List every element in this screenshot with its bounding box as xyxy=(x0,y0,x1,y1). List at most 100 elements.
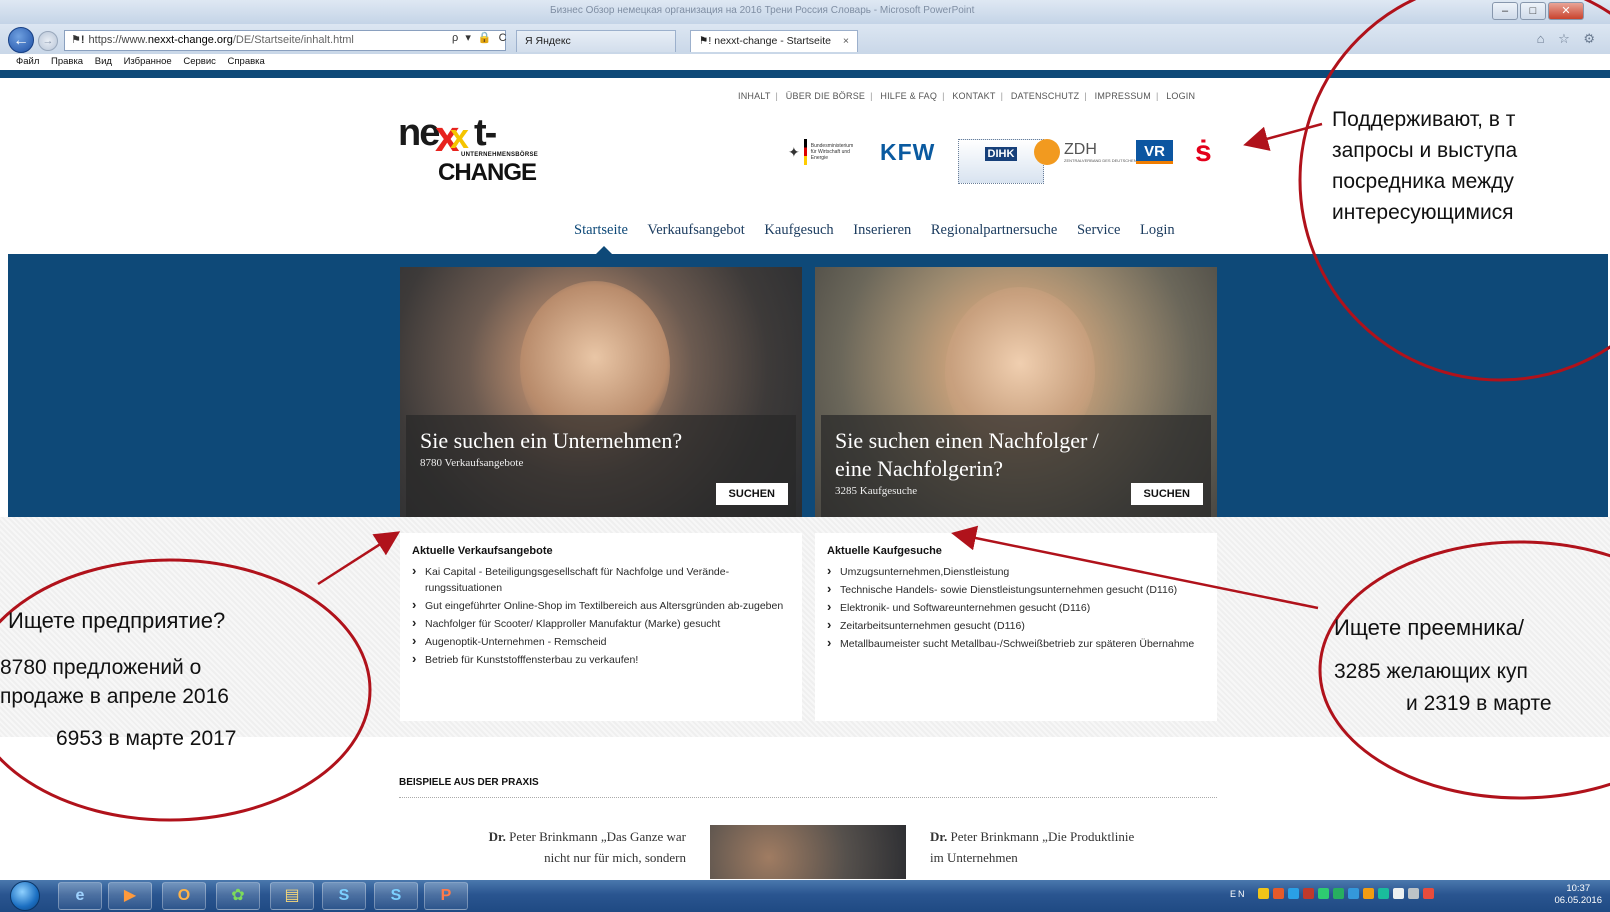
annotation-text-right-line2: и 2319 в марте xyxy=(1406,692,1552,715)
nav-hilfe-faq[interactable]: HILFE & FAQ xyxy=(880,91,937,101)
icq-taskbar-icon[interactable]: ✿ xyxy=(216,882,260,910)
address-bar-row: ← → ⚑! https://www.nexxt-change.org/DE/St… xyxy=(0,24,1610,54)
address-tools-icons[interactable]: ρ ▾ 🔒 C xyxy=(452,31,509,44)
dihk-logo[interactable]: DIHK xyxy=(958,139,1044,184)
eagle-icon: ✦ xyxy=(788,144,800,160)
menu-help[interactable]: Справка xyxy=(228,56,265,67)
window-controls: – □ ✕ xyxy=(1490,2,1584,22)
testimonial-right[interactable]: Dr. Peter Brinkmann „Die Produktlinie im… xyxy=(930,826,1150,868)
nav-login[interactable]: Login xyxy=(1140,222,1175,238)
system-tray-icons[interactable] xyxy=(1258,888,1438,899)
site-favicon-icon: ⚑! xyxy=(71,34,85,46)
tab-yandex[interactable]: Я Яндекс xyxy=(516,30,676,52)
offer-count: 8780 Verkaufsangebote xyxy=(420,457,524,469)
menu-view[interactable]: Вид xyxy=(95,56,112,67)
home-star-gear-icons[interactable]: ⌂ ☆ ⚙ xyxy=(1537,31,1600,47)
bmwi-logo[interactable]: ✦ Bundesministerium für Wirtschaft und E… xyxy=(788,132,859,172)
active-nav-indicator xyxy=(596,246,612,254)
menu-file[interactable]: Файл xyxy=(16,56,39,67)
hero-band xyxy=(8,254,1608,517)
nexxt-change-logo[interactable]: ne x x t- UNTERNEHMENSBÖRSE CHANGE xyxy=(398,112,538,190)
nav-startseite[interactable]: Startseite xyxy=(574,222,628,238)
url-domain: nexxt-change.org xyxy=(147,34,233,46)
nav-kontakt[interactable]: KONTAKT xyxy=(952,91,995,101)
back-arrow-icon[interactable]: ← xyxy=(8,27,34,53)
start-button[interactable] xyxy=(10,881,40,911)
page-top-band xyxy=(0,70,1610,78)
nav-login-top[interactable]: LOGIN xyxy=(1166,91,1195,101)
kfw-logo[interactable]: KFW xyxy=(880,132,935,172)
volksbank-logo[interactable]: VR xyxy=(1136,132,1173,172)
testimonial-photo xyxy=(710,825,906,879)
ie-taskbar-icon[interactable]: e xyxy=(58,882,102,910)
nav-inserieren[interactable]: Inserieren xyxy=(853,222,911,238)
url-scheme: https://www. xyxy=(88,34,148,46)
list-item[interactable]: Elektronik- und Softwareunternehmen gesu… xyxy=(827,599,1205,616)
annotation-text-left-line3: 6953 в марте 2017 xyxy=(56,727,237,750)
current-requests-title: Aktuelle Kaufgesuche xyxy=(827,545,942,557)
annotation-text-left-heading: Ищете предприятие? xyxy=(8,608,226,633)
annotation-text-left-line1: 8780 предложений о xyxy=(0,656,202,679)
tab-nexxt-change[interactable]: ⚑! nexxt-change - Startseite × xyxy=(690,30,858,52)
list-item[interactable]: Augenoptik-Unternehmen - Remscheid xyxy=(412,633,790,650)
list-item[interactable]: Technische Handels- sowie Dienstleistung… xyxy=(827,581,1205,598)
annotation-text-right-heading: Ищете преемника/ xyxy=(1334,615,1524,640)
skype-taskbar-icon[interactable]: S xyxy=(322,882,366,910)
testimonial-left[interactable]: Dr. Peter Brinkmann „Das Ganze war nicht… xyxy=(476,826,686,868)
sparkasse-logo[interactable]: ṡ xyxy=(1195,132,1212,172)
forward-arrow-icon[interactable]: → xyxy=(38,31,58,51)
tab-close-icon[interactable]: × xyxy=(843,31,849,51)
search-offers-button[interactable]: SUCHEN xyxy=(715,483,788,505)
list-item[interactable]: Umzugsunternehmen,Dienstleistung xyxy=(827,563,1205,580)
hero-card-sell[interactable]: Sie suchen einen Nachfolger / eine Nachf… xyxy=(815,267,1217,517)
clock[interactable]: 10:37 06.05.2016 xyxy=(1554,883,1602,907)
nav-impressum[interactable]: IMPRESSUM xyxy=(1095,91,1151,101)
nav-inhalt[interactable]: INHALT xyxy=(738,91,771,101)
hero-card-buy[interactable]: Sie suchen ein Unternehmen? 8780 Verkauf… xyxy=(400,267,802,517)
windows-taskbar: e ▶ O ✿ ▤ S S P EN 10:37 06.05.2016 xyxy=(0,880,1610,912)
tab-label: Я Яндекс xyxy=(525,35,571,47)
list-item[interactable]: Nachfolger für Scooter/ Klapproller Manu… xyxy=(412,615,790,632)
window-title: Бизнес Обзор немецкая организация на 201… xyxy=(550,5,975,16)
list-item[interactable]: Betrieb für Kunststofffensterbau zu verk… xyxy=(412,651,790,668)
menu-bar: Файл Правка Вид Избранное Сервис Справка xyxy=(0,54,1610,70)
explorer-taskbar-icon[interactable]: ▤ xyxy=(270,882,314,910)
url-path: /DE/Startseite/inhalt.html xyxy=(232,34,354,46)
list-item[interactable]: Metallbaumeister sucht Metallbau-/Schwei… xyxy=(827,635,1205,652)
list-item[interactable]: Zeitarbeitsunternehmen gesucht (D116) xyxy=(827,617,1205,634)
annotation-text-right-line1: 3285 желающих куп xyxy=(1334,660,1528,683)
current-requests-box: Aktuelle Kaufgesuche Umzugsunternehmen,D… xyxy=(815,533,1217,721)
nav-service[interactable]: Service xyxy=(1077,222,1120,238)
nav-verkaufsangebot[interactable]: Verkaufsangebot xyxy=(647,222,744,238)
hero-heading: Sie suchen ein Unternehmen? xyxy=(420,428,683,453)
skype-business-taskbar-icon[interactable]: S xyxy=(374,882,418,910)
media-player-taskbar-icon[interactable]: ▶ xyxy=(108,882,152,910)
clock-time: 10:37 xyxy=(1566,883,1591,894)
nav-kaufgesuch[interactable]: Kaufgesuch xyxy=(764,222,833,238)
clock-date: 06.05.2016 xyxy=(1554,895,1602,906)
nav-ueber-die-boerse[interactable]: ÜBER DIE BÖRSE xyxy=(786,91,865,101)
divider xyxy=(399,797,1217,798)
list-item[interactable]: Kai Capital - Beteiligungsgesellschaft f… xyxy=(412,563,790,596)
search-requests-button[interactable]: SUCHEN xyxy=(1130,483,1203,505)
minimize-button[interactable]: – xyxy=(1492,2,1518,20)
current-offers-title: Aktuelle Verkaufsangebote xyxy=(412,545,553,557)
powerpoint-taskbar-icon[interactable]: P xyxy=(424,882,468,910)
window-titlebar: Бизнес Обзор немецкая организация на 201… xyxy=(0,0,1610,24)
nav-datenschutz[interactable]: DATENSCHUTZ xyxy=(1011,91,1080,101)
close-button[interactable]: ✕ xyxy=(1548,2,1584,20)
maximize-button[interactable]: □ xyxy=(1520,2,1546,20)
praxis-section-title: BEISPIELE AUS DER PRAXIS xyxy=(399,777,539,788)
outlook-taskbar-icon[interactable]: O xyxy=(162,882,206,910)
menu-favorites[interactable]: Избранное xyxy=(124,56,172,67)
hero-heading-line1: Sie suchen einen Nachfolger / xyxy=(835,428,1099,453)
menu-tools[interactable]: Сервис xyxy=(183,56,216,67)
language-indicator[interactable]: EN xyxy=(1230,889,1247,899)
annotation-text-left-line2: продаже в апреле 2016 xyxy=(0,685,229,708)
utility-nav: INHALT | ÜBER DIE BÖRSE | HILFE & FAQ | KON… xyxy=(738,91,1196,101)
address-field[interactable]: ⚑! https://www.nexxt-change.org/DE/Starts… xyxy=(64,30,506,51)
list-item[interactable]: Gut eingeführter Online-Shop im Textilbe… xyxy=(412,597,790,614)
menu-edit[interactable]: Правка xyxy=(51,56,83,67)
annotation-text-sponsors: Поддерживают, в т запросы и выступа поср… xyxy=(1332,108,1518,224)
nav-regionalpartnersuche[interactable]: Regionalpartnersuche xyxy=(931,222,1057,238)
